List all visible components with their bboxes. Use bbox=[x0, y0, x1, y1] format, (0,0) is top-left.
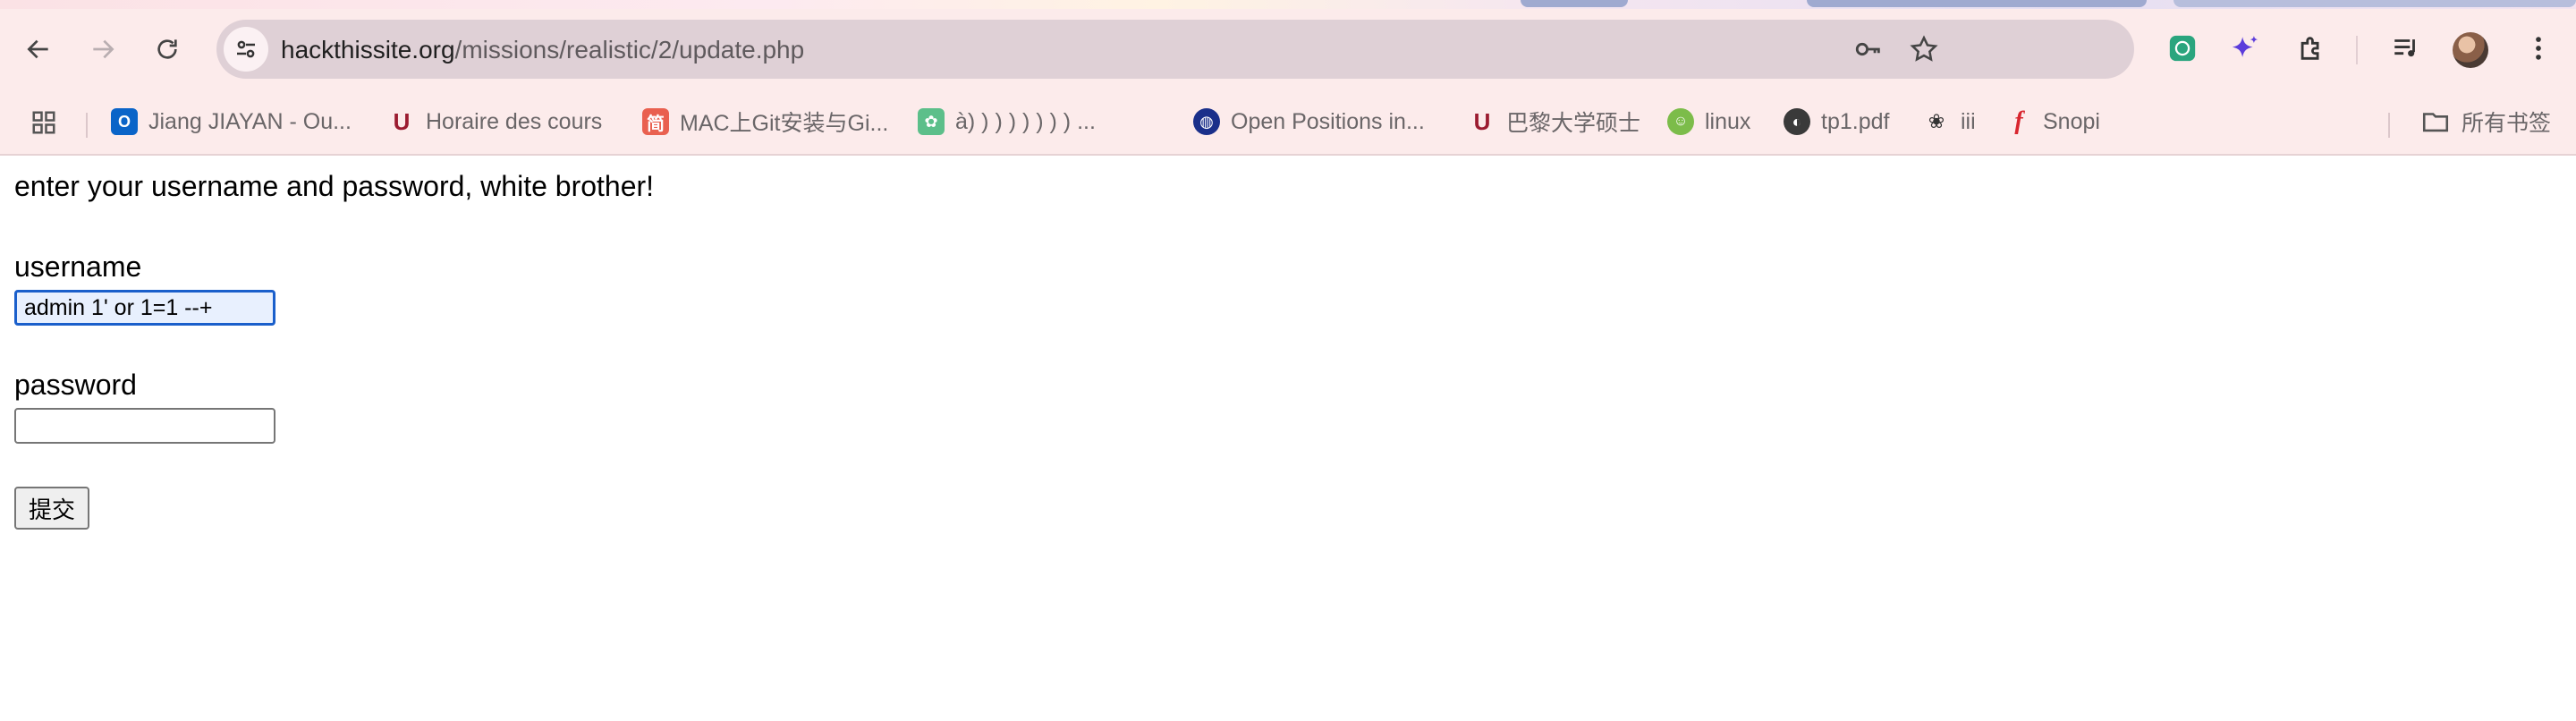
bookmark-label: linux bbox=[1705, 108, 1751, 134]
bookmark-label: Horaire des cours bbox=[426, 108, 603, 134]
bookmark-label: Snopi bbox=[2043, 108, 2100, 134]
bookmarks-bar: O Jiang JIAYAN - Ou... U Horaire des cou… bbox=[0, 100, 2576, 143]
bookmark-item[interactable]: U 巴黎大学硕士 bbox=[1469, 104, 1640, 140]
site-info-button[interactable] bbox=[224, 27, 268, 72]
playlist-icon bbox=[2394, 39, 2415, 57]
arrow-left-icon bbox=[27, 39, 48, 59]
browser-chrome: hackthissite.org/missions/realistic/2/up… bbox=[0, 0, 2576, 156]
url-text[interactable]: hackthissite.org/missions/realistic/2/up… bbox=[281, 36, 804, 64]
bookmark-label: tp1.pdf bbox=[1821, 108, 1890, 134]
bookmark-label: MAC上Git安装与Gi... bbox=[680, 111, 889, 136]
bookmark-label: 巴黎大学硕士 bbox=[1506, 111, 1641, 136]
url-host: hackthissite.org bbox=[281, 36, 455, 64]
bookmark-star-button[interactable] bbox=[1907, 32, 1941, 66]
browser-menu-button[interactable] bbox=[2517, 27, 2560, 70]
password-label: password bbox=[14, 369, 137, 401]
bookmarks-divider bbox=[2388, 113, 2390, 138]
jianshu-icon: 简 bbox=[642, 108, 669, 135]
browser-toolbar: hackthissite.org/missions/realistic/2/up… bbox=[0, 9, 2576, 91]
paw-icon: ✿ bbox=[918, 108, 945, 135]
university-logo-icon: U bbox=[393, 107, 411, 135]
bookmark-item[interactable]: ◐ tp1.pdf bbox=[1784, 104, 1889, 140]
bookmark-item[interactable]: ✿ à) ) ) ) ) ) ) ) ... bbox=[918, 104, 1096, 140]
globe-icon: ◐ bbox=[1784, 108, 1810, 135]
address-bar[interactable]: hackthissite.org/missions/realistic/2/up… bbox=[216, 20, 2134, 79]
reload-button[interactable] bbox=[147, 29, 188, 70]
reload-icon bbox=[157, 39, 177, 59]
all-bookmarks-button[interactable]: 所有书签 bbox=[2420, 104, 2551, 140]
bookmark-label: à) ) ) ) ) ) ) ) ... bbox=[955, 108, 1096, 134]
openai-icon: ❀ bbox=[1928, 110, 1945, 132]
toolbar-divider bbox=[2356, 36, 2358, 64]
media-control-button[interactable] bbox=[2385, 27, 2428, 70]
chatgpt-extension-button[interactable] bbox=[2161, 27, 2204, 70]
university-logo-icon: U bbox=[1473, 107, 1491, 135]
password-key-button[interactable] bbox=[1852, 32, 1885, 66]
tab[interactable] bbox=[2174, 0, 2576, 7]
bookmark-item[interactable]: O Jiang JIAYAN - Ou... bbox=[111, 104, 352, 140]
all-bookmarks-label: 所有书签 bbox=[2462, 111, 2552, 136]
star-icon bbox=[1910, 35, 1938, 62]
gemini-button[interactable] bbox=[2224, 27, 2267, 70]
forward-button[interactable] bbox=[82, 29, 123, 70]
tab[interactable] bbox=[1807, 0, 2147, 7]
username-label: username bbox=[14, 250, 142, 283]
bookmark-label: iii bbox=[1961, 108, 1976, 134]
globe-institution-icon: ◍ bbox=[1193, 108, 1220, 135]
page-content: enter your username and password, white … bbox=[0, 156, 2576, 721]
submit-button[interactable]: 提交 bbox=[14, 487, 89, 530]
tab[interactable] bbox=[1521, 0, 1628, 7]
key-icon bbox=[1855, 42, 1880, 56]
bookmark-item[interactable]: ◍ Open Positions in... bbox=[1193, 104, 1425, 140]
outlook-icon: O bbox=[111, 108, 138, 135]
apps-grid-icon[interactable] bbox=[30, 109, 57, 136]
chatgpt-icon bbox=[2169, 35, 2196, 62]
bookmark-label: Jiang JIAYAN - Ou... bbox=[148, 108, 352, 134]
username-input[interactable] bbox=[14, 290, 275, 326]
bookmark-item[interactable]: 简 MAC上Git安装与Gi... bbox=[642, 104, 888, 140]
bookmark-item[interactable]: U Horaire des cours bbox=[388, 104, 603, 140]
url-path: /missions/realistic/2/update.php bbox=[454, 36, 805, 64]
password-input[interactable] bbox=[14, 408, 275, 444]
bookmark-item[interactable]: ❀ iii bbox=[1923, 104, 1976, 140]
bookmark-label: Open Positions in... bbox=[1231, 108, 1425, 134]
tune-icon bbox=[237, 40, 255, 58]
arrow-right-icon bbox=[93, 39, 114, 59]
extensions-button[interactable] bbox=[2290, 27, 2333, 70]
more-vertical-icon bbox=[2536, 37, 2541, 60]
sparkle-icon bbox=[2232, 35, 2258, 57]
puzzle-icon bbox=[2301, 37, 2319, 60]
snopi-icon: f bbox=[2014, 107, 2023, 135]
linux-icon: ☺ bbox=[1667, 108, 1694, 135]
intro-text: enter your username and password, white … bbox=[14, 170, 655, 202]
bookmark-item[interactable]: f Snopi bbox=[2005, 104, 2100, 140]
profile-avatar[interactable] bbox=[2453, 32, 2488, 68]
bookmarks-divider bbox=[86, 113, 88, 138]
tab-strip bbox=[0, 0, 2576, 9]
folder-icon bbox=[2422, 113, 2449, 132]
back-button[interactable] bbox=[18, 29, 59, 70]
bookmark-item[interactable]: ☺ linux bbox=[1667, 104, 1750, 140]
